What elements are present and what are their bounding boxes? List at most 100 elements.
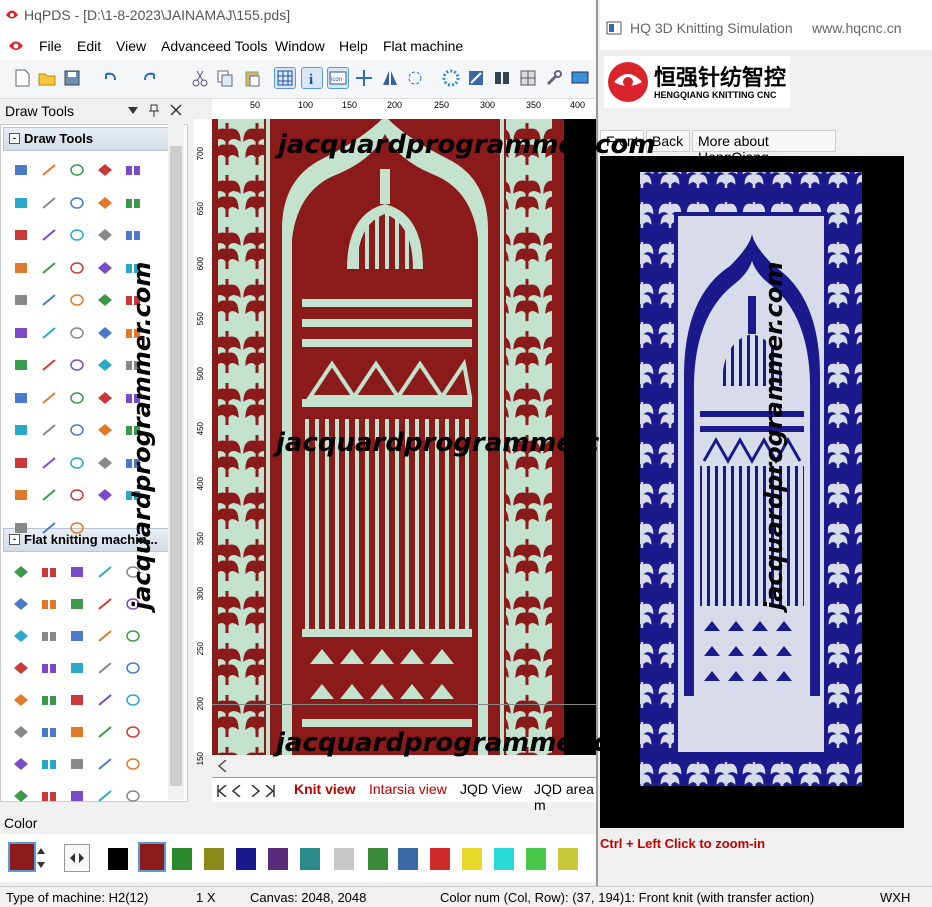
flat-tool-icon[interactable] <box>69 725 85 739</box>
open-icon[interactable] <box>37 68 57 88</box>
draw-tool-icon[interactable] <box>69 423 85 437</box>
grid-icon[interactable] <box>274 67 296 89</box>
flat-tool-icon[interactable] <box>97 693 113 707</box>
app-menu-icon[interactable] <box>6 38 26 54</box>
flat-tool-icon[interactable] <box>69 565 85 579</box>
draw-tool-icon[interactable] <box>41 228 57 242</box>
tab-knit-view[interactable]: Knit view <box>294 781 355 797</box>
tab-jqd-area[interactable]: JQD area m <box>534 781 596 813</box>
draw-tool-icon[interactable] <box>69 326 85 340</box>
draw-tool-icon[interactable] <box>13 456 29 470</box>
draw-tool-icon[interactable] <box>41 488 57 502</box>
draw-tool-icon[interactable] <box>41 293 57 307</box>
flat-tool-icon[interactable] <box>13 693 29 707</box>
color-swatch[interactable] <box>268 848 288 870</box>
flat-tool-icon[interactable] <box>125 757 141 771</box>
color-swatch[interactable] <box>526 848 546 870</box>
fill-icon[interactable] <box>466 68 486 88</box>
menu-flat-machine[interactable]: Flat machine <box>383 38 463 54</box>
draw-tool-icon[interactable] <box>69 163 85 177</box>
tab-nav-arrows-icon[interactable] <box>216 785 276 797</box>
flat-tool-icon[interactable] <box>97 597 113 611</box>
draw-tool-icon[interactable] <box>69 521 85 535</box>
draw-tool-icon[interactable] <box>69 391 85 405</box>
rotate-icon[interactable] <box>405 68 425 88</box>
simulation-viewport[interactable] <box>600 156 904 828</box>
spinner-arrows-icon[interactable] <box>36 844 46 872</box>
draw-tool-icon[interactable] <box>97 293 113 307</box>
color-nav-button[interactable] <box>64 844 90 872</box>
flat-tool-icon[interactable] <box>13 789 29 803</box>
flat-tool-icon[interactable] <box>125 789 141 803</box>
pin-icon[interactable] <box>148 104 160 118</box>
flat-tool-icon[interactable] <box>13 725 29 739</box>
flat-tool-icon[interactable] <box>41 789 57 803</box>
bin-icon[interactable] <box>492 68 512 88</box>
draw-tools-scroll-thumb[interactable] <box>170 146 182 786</box>
draw-tool-icon[interactable] <box>125 163 141 177</box>
draw-tools-section[interactable]: - Draw Tools <box>3 127 169 151</box>
draw-tool-icon[interactable] <box>97 423 113 437</box>
draw-tool-icon[interactable] <box>69 488 85 502</box>
copy-icon[interactable] <box>215 68 235 88</box>
flat-tool-icon[interactable] <box>69 789 85 803</box>
undo-icon[interactable] <box>100 68 120 88</box>
monitor-icon[interactable] <box>570 68 590 88</box>
color-swatch[interactable] <box>138 842 166 872</box>
chevron-down-icon[interactable] <box>128 107 138 115</box>
flat-tool-icon[interactable] <box>125 693 141 707</box>
scroll-left-icon[interactable] <box>218 760 228 772</box>
draw-tool-icon[interactable] <box>97 163 113 177</box>
paste-icon[interactable] <box>242 68 262 88</box>
flat-tool-icon[interactable] <box>69 693 85 707</box>
draw-tool-icon[interactable] <box>13 521 29 535</box>
flat-tool-icon[interactable] <box>13 757 29 771</box>
draw-tool-icon[interactable] <box>69 261 85 275</box>
wrench-icon[interactable] <box>544 68 564 88</box>
mirror-icon[interactable] <box>380 68 400 88</box>
flat-tool-icon[interactable] <box>13 661 29 675</box>
draw-tool-icon[interactable] <box>13 391 29 405</box>
draw-tool-icon[interactable] <box>41 358 57 372</box>
flat-tool-icon[interactable] <box>41 757 57 771</box>
menu-file[interactable]: File <box>39 38 62 54</box>
draw-tool-icon[interactable] <box>97 228 113 242</box>
draw-tool-icon[interactable] <box>69 228 85 242</box>
flat-tool-icon[interactable] <box>97 661 113 675</box>
flat-tool-icon[interactable] <box>97 757 113 771</box>
color-swatch[interactable] <box>172 848 192 870</box>
draw-tool-icon[interactable] <box>13 358 29 372</box>
new-icon[interactable] <box>12 68 32 88</box>
draw-tool-icon[interactable] <box>13 261 29 275</box>
color-swatch[interactable] <box>334 848 354 870</box>
flat-tool-icon[interactable] <box>69 597 85 611</box>
draw-tool-icon[interactable] <box>13 163 29 177</box>
draw-tool-icon[interactable] <box>13 488 29 502</box>
flat-tool-icon[interactable] <box>13 629 29 643</box>
flat-tool-icon[interactable] <box>69 757 85 771</box>
menu-advanced-tools[interactable]: Advanceed Tools <box>161 38 267 54</box>
color-swatch[interactable] <box>558 848 578 870</box>
draw-tool-icon[interactable] <box>97 261 113 275</box>
flat-tool-icon[interactable] <box>41 693 57 707</box>
canvas-horizontal-scrollbar[interactable] <box>212 755 596 777</box>
tab-more-about[interactable]: More about HengQiang <box>692 130 836 165</box>
draw-tool-icon[interactable] <box>41 196 57 210</box>
draw-tool-icon[interactable] <box>41 521 57 535</box>
flat-tool-icon[interactable] <box>125 661 141 675</box>
draw-tool-icon[interactable] <box>125 228 141 242</box>
pattern-icon[interactable] <box>518 68 538 88</box>
draw-tool-icon[interactable] <box>41 423 57 437</box>
color-swatch[interactable] <box>204 848 224 870</box>
star-icon[interactable] <box>441 68 461 88</box>
tab-intarsia-view[interactable]: Intarsia view <box>369 781 447 797</box>
color-swatch[interactable] <box>462 848 482 870</box>
menu-window[interactable]: Window <box>275 38 325 54</box>
save-icon[interactable] <box>62 68 82 88</box>
flat-tool-icon[interactable] <box>97 565 113 579</box>
flat-tool-icon[interactable] <box>13 565 29 579</box>
draw-tool-icon[interactable] <box>13 196 29 210</box>
flat-tool-icon[interactable] <box>97 789 113 803</box>
color-swatch[interactable] <box>300 848 320 870</box>
draw-tool-icon[interactable] <box>13 293 29 307</box>
